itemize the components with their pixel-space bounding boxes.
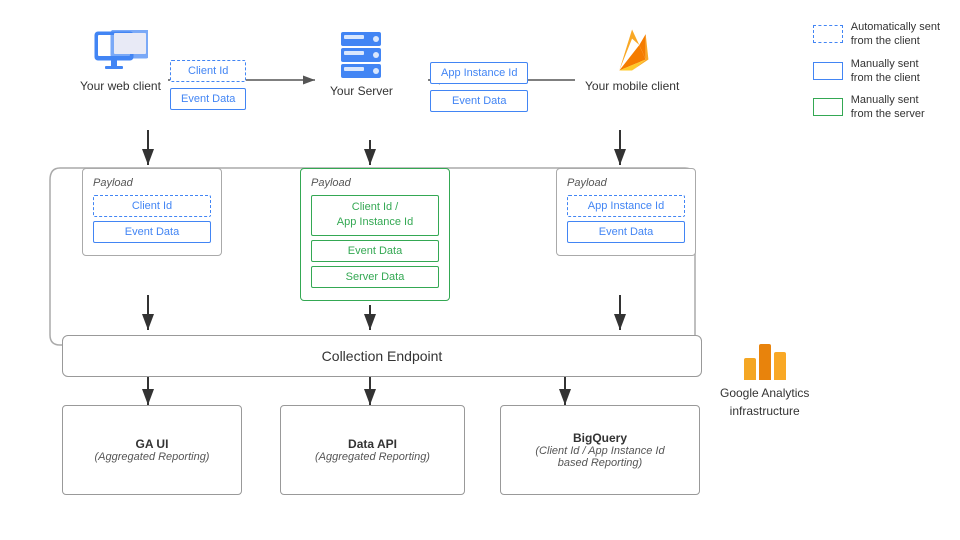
web-payload-client-id: Client Id	[93, 195, 211, 217]
legend-auto: Automatically sentfrom the client	[813, 20, 940, 49]
monitor-icon	[93, 30, 148, 75]
legend-label-auto: Automatically sentfrom the client	[851, 20, 940, 49]
server-event-data-box: Event Data	[430, 90, 528, 112]
ga-bar-1	[744, 358, 756, 380]
legend-label-manual-server: Manually sentfrom the server	[851, 93, 925, 122]
server-input-boxes: App Instance Id Event Data	[430, 62, 528, 112]
collection-endpoint-label: Collection Endpoint	[322, 348, 443, 364]
server-label: Your Server	[330, 84, 393, 98]
server-payload: Payload Client Id /App Instance Id Event…	[300, 168, 450, 301]
legend-manual-client: Manually sentfrom the client	[813, 57, 940, 86]
legend-box-manual-server	[813, 98, 843, 116]
server-payload-server-data: Server Data	[311, 266, 439, 288]
mobile-client-label: Your mobile client	[585, 79, 679, 93]
legend-box-manual-client	[813, 62, 843, 80]
mobile-payload-title: Payload	[567, 177, 685, 189]
web-event-data-box: Event Data	[170, 88, 246, 110]
ga-infrastructure: Google Analyticsinfrastructure	[720, 340, 809, 420]
data-api-subtitle: (Aggregated Reporting)	[315, 451, 430, 463]
collection-endpoint: Collection Endpoint	[62, 335, 702, 377]
web-client-id-box: Client Id	[170, 60, 246, 82]
server-area: Your Server	[330, 30, 393, 98]
ga-bar-3	[774, 352, 786, 380]
firebase-icon	[610, 25, 655, 75]
ga-ui-box: GA UI (Aggregated Reporting)	[62, 405, 242, 495]
web-data-boxes: Client Id Event Data	[170, 60, 246, 110]
mobile-payload-app-instance-id: App Instance Id	[567, 195, 685, 217]
legend-label-manual-client: Manually sentfrom the client	[851, 57, 920, 86]
web-payload: Payload Client Id Event Data	[82, 168, 222, 256]
server-payload-title: Payload	[311, 177, 439, 189]
data-api-box: Data API (Aggregated Reporting)	[280, 405, 465, 495]
ga-ui-title: GA UI	[136, 437, 169, 451]
bigquery-subtitle: (Client Id / App Instance Idbased Report…	[535, 445, 664, 469]
legend: Automatically sentfrom the client Manual…	[813, 20, 940, 122]
mobile-payload-event-data: Event Data	[567, 221, 685, 243]
server-payload-event-data: Event Data	[311, 240, 439, 262]
ga-infrastructure-label: Google Analyticsinfrastructure	[720, 384, 809, 420]
bigquery-box: BigQuery (Client Id / App Instance Idbas…	[500, 405, 700, 495]
ga-icon	[744, 340, 786, 380]
bigquery-title: BigQuery	[573, 431, 627, 445]
data-api-title: Data API	[348, 437, 397, 451]
web-payload-event-data: Event Data	[93, 221, 211, 243]
legend-manual-server: Manually sentfrom the server	[813, 93, 940, 122]
legend-box-auto	[813, 25, 843, 43]
web-client-label: Your web client	[80, 79, 161, 93]
diagram: Automatically sentfrom the client Manual…	[0, 0, 960, 540]
server-app-instance-id-box: App Instance Id	[430, 62, 528, 84]
server-payload-client-id: Client Id /App Instance Id	[311, 195, 439, 236]
web-payload-title: Payload	[93, 177, 211, 189]
mobile-client-area: Your mobile client	[585, 25, 679, 93]
web-client-area: Your web client	[80, 30, 161, 93]
ga-bar-2	[759, 344, 771, 380]
ga-ui-subtitle: (Aggregated Reporting)	[95, 451, 210, 463]
server-icon	[336, 30, 386, 80]
mobile-payload: Payload App Instance Id Event Data	[556, 168, 696, 256]
